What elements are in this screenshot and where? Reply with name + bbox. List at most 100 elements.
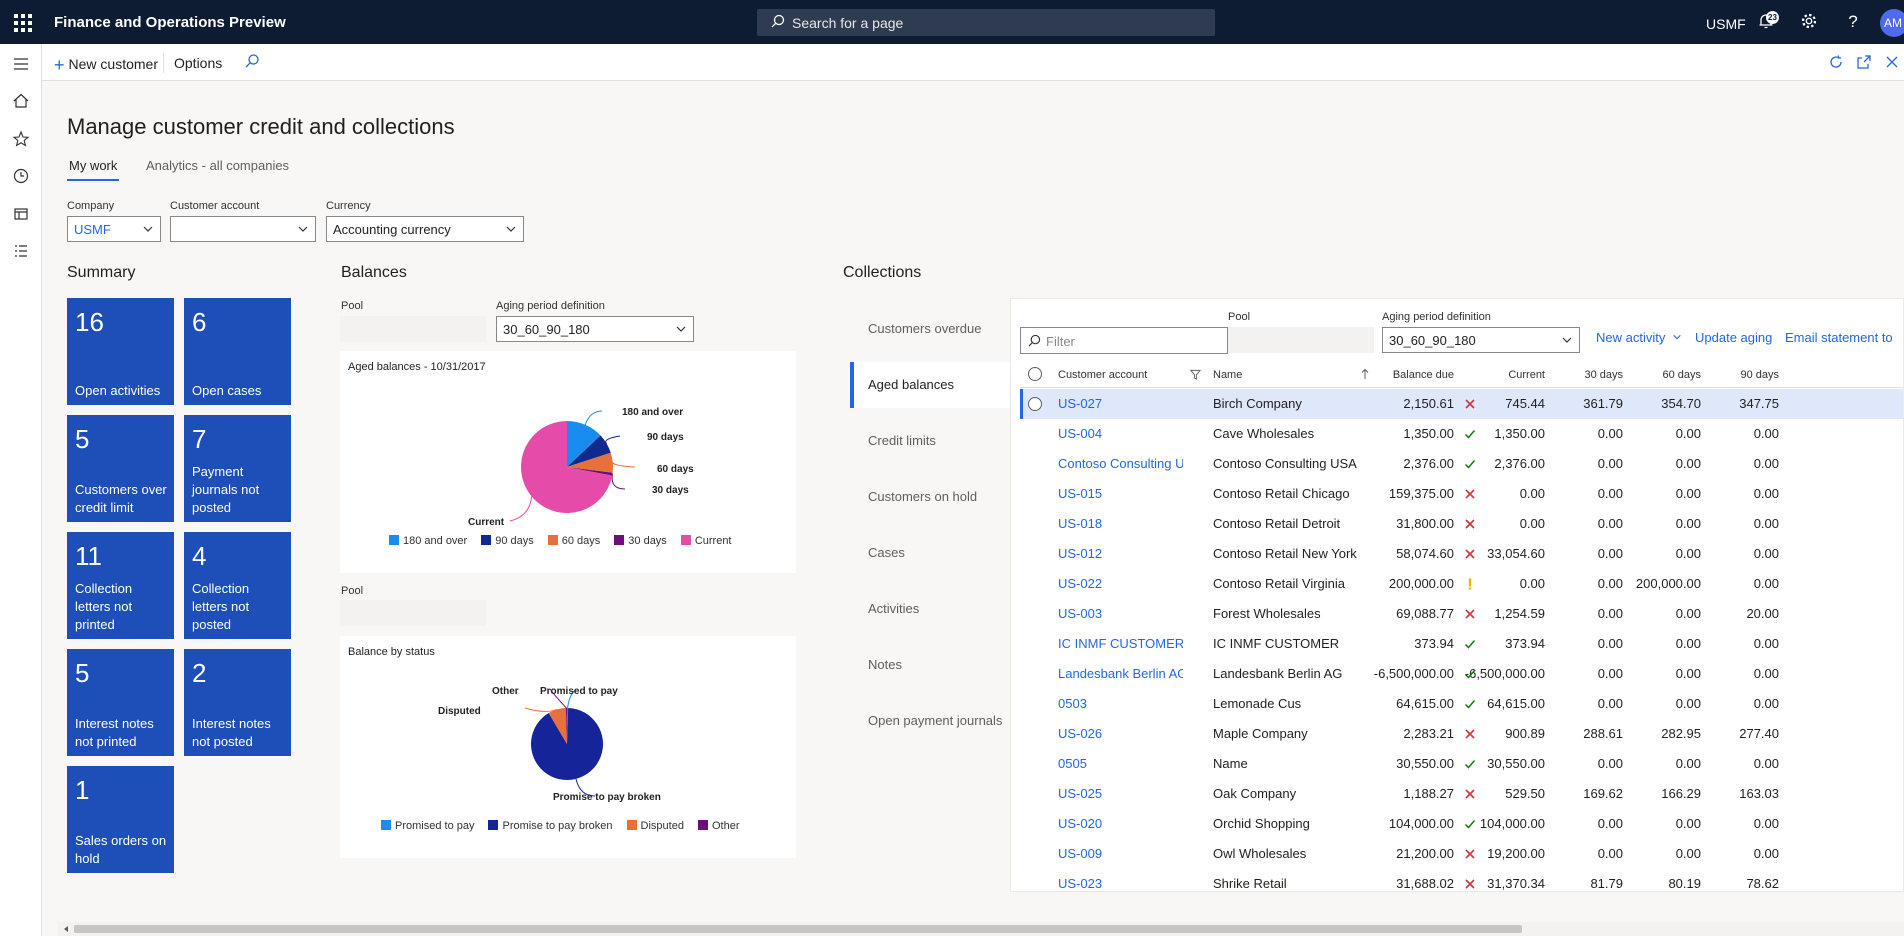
table-row[interactable]: IC INMF CUSTOMER IC INMF CUSTOMER 373.94 37… bbox=[1020, 629, 1903, 659]
pool-input[interactable] bbox=[340, 316, 486, 342]
tab-my-work[interactable]: My work bbox=[66, 158, 120, 181]
col-name[interactable]: Name bbox=[1213, 369, 1242, 381]
table-row[interactable]: US-020 Orchid Shopping 104,000.00 104,000.0… bbox=[1020, 809, 1903, 839]
gear-icon[interactable] bbox=[1798, 12, 1820, 34]
col-30-days[interactable]: 30 days bbox=[1545, 369, 1623, 381]
customer-account-link[interactable]: US-004 bbox=[1058, 426, 1183, 441]
summary-tile[interactable]: 16 Open activities bbox=[67, 298, 174, 405]
legend-item[interactable]: Promised to pay bbox=[381, 820, 474, 832]
collections-nav-item[interactable]: Customers on hold bbox=[850, 474, 1010, 520]
customer-account-select[interactable] bbox=[170, 216, 316, 242]
table-row[interactable]: US-003 Forest Wholesales 69,088.77 1,254.59… bbox=[1020, 599, 1903, 629]
horizontal-scrollbar[interactable] bbox=[58, 922, 1904, 936]
legend-item[interactable]: Other bbox=[697, 820, 739, 832]
hamburger-menu-icon[interactable] bbox=[11, 54, 31, 74]
search-icon[interactable] bbox=[244, 53, 260, 69]
table-row[interactable]: Contoso Consulting U Contoso Consulting U… bbox=[1020, 449, 1903, 479]
summary-tile[interactable]: 6 Open cases bbox=[184, 298, 291, 405]
customer-account-link[interactable]: US-026 bbox=[1058, 726, 1183, 741]
company-picker[interactable]: USMF bbox=[1706, 16, 1746, 32]
avatar[interactable]: AM bbox=[1880, 9, 1904, 37]
table-row[interactable]: US-018 Contoso Retail Detroit 31,800.00 0.0… bbox=[1020, 509, 1903, 539]
collections-nav-item[interactable]: Credit limits bbox=[850, 418, 1010, 464]
summary-tile[interactable]: 11 Collection letters not printed bbox=[67, 532, 174, 639]
table-row[interactable]: US-023 Shrike Retail 31,688.02 31,370.34 81.… bbox=[1020, 869, 1903, 891]
customer-account-link[interactable]: 0503 bbox=[1058, 696, 1183, 711]
grid-pool-input[interactable] bbox=[1228, 327, 1374, 353]
summary-tile[interactable]: 1 Sales orders on hold bbox=[67, 766, 174, 873]
legend-item[interactable]: 60 days bbox=[547, 535, 600, 547]
summary-tile[interactable]: 5 Interest notes not printed bbox=[67, 649, 174, 756]
customer-account-link[interactable]: US-009 bbox=[1058, 846, 1183, 861]
scroll-left-icon[interactable] bbox=[62, 925, 70, 933]
col-balance-due[interactable]: Balance due bbox=[1340, 369, 1454, 381]
legend-item[interactable]: Current bbox=[680, 535, 732, 547]
col-customer-account[interactable]: Customer account bbox=[1058, 369, 1147, 381]
col-60-days[interactable]: 60 days bbox=[1623, 369, 1701, 381]
table-row[interactable]: Landesbank Berlin AG Landesbank Berlin AG… bbox=[1020, 659, 1903, 689]
options-button[interactable]: Options bbox=[174, 55, 222, 71]
table-row[interactable]: US-012 Contoso Retail New York 58,074.60 33… bbox=[1020, 539, 1903, 569]
app-launcher-icon[interactable] bbox=[12, 12, 32, 32]
new-activity-button[interactable]: New activity bbox=[1596, 330, 1682, 345]
legend-item[interactable]: Disputed bbox=[626, 820, 684, 832]
row-select-radio[interactable] bbox=[1028, 397, 1042, 411]
legend-item[interactable]: Promise to pay broken bbox=[488, 820, 613, 832]
table-row[interactable]: 0505 Name 30,550.00 30,550.00 0.00 0.00 0.00 bbox=[1020, 749, 1903, 779]
home-icon[interactable] bbox=[11, 91, 31, 111]
collections-nav-item[interactable]: Notes bbox=[850, 642, 1010, 688]
table-row[interactable]: US-004 Cave Wholesales 1,350.00 1,350.00 0.0… bbox=[1020, 419, 1903, 449]
customer-account-link[interactable]: US-027 bbox=[1058, 396, 1183, 411]
summary-tile[interactable]: 7 Payment journals not posted bbox=[184, 415, 291, 522]
select-all-radio[interactable] bbox=[1028, 367, 1042, 381]
help-icon[interactable]: ? bbox=[1842, 12, 1864, 34]
clock-icon[interactable] bbox=[11, 166, 31, 186]
company-select[interactable]: USMF bbox=[67, 216, 161, 242]
table-row[interactable]: US-025 Oak Company 1,188.27 529.50 169.62 166… bbox=[1020, 779, 1903, 809]
update-aging-button[interactable]: Update aging bbox=[1695, 330, 1772, 345]
collections-nav-item[interactable]: Aged balances bbox=[850, 362, 1010, 408]
customer-account-link[interactable]: US-023 bbox=[1058, 876, 1183, 891]
table-row[interactable]: US-026 Maple Company 2,283.21 900.89 288.61 2… bbox=[1020, 719, 1903, 749]
customer-account-link[interactable]: IC INMF CUSTOMER bbox=[1058, 636, 1183, 651]
summary-tile[interactable]: 4 Collection letters not posted bbox=[184, 532, 291, 639]
collections-nav-item[interactable]: Activities bbox=[850, 586, 1010, 632]
refresh-icon[interactable] bbox=[1828, 54, 1844, 70]
collections-nav-item[interactable]: Open payment journals bbox=[850, 698, 1010, 744]
table-row[interactable]: 0503 Lemonade Cus 64,615.00 64,615.00 0.00 0.… bbox=[1020, 689, 1903, 719]
col-current[interactable]: Current bbox=[1454, 369, 1545, 381]
legend-item[interactable]: 30 days bbox=[614, 535, 667, 547]
email-statement-button[interactable]: Email statement to bbox=[1785, 330, 1893, 345]
customer-account-link[interactable]: US-015 bbox=[1058, 486, 1183, 501]
star-icon[interactable] bbox=[11, 129, 31, 149]
new-customer-button[interactable]: + New customer bbox=[54, 53, 158, 75]
modules-icon[interactable] bbox=[11, 241, 31, 261]
app-title[interactable]: Finance and Operations Preview bbox=[54, 14, 286, 31]
currency-select[interactable]: Accounting currency bbox=[326, 216, 524, 242]
collections-nav-item[interactable]: Cases bbox=[850, 530, 1010, 576]
grid-aging-select[interactable]: 30_60_90_180 bbox=[1382, 327, 1580, 353]
col-90-days[interactable]: 90 days bbox=[1701, 369, 1779, 381]
table-row[interactable]: US-009 Owl Wholesales 21,200.00 19,200.00 0.… bbox=[1020, 839, 1903, 869]
table-row[interactable]: US-015 Contoso Retail Chicago 159,375.00 0.… bbox=[1020, 479, 1903, 509]
tab-analytics[interactable]: Analytics - all companies bbox=[146, 158, 289, 173]
legend-item[interactable]: 90 days bbox=[481, 535, 534, 547]
customer-account-link[interactable]: Contoso Consulting U bbox=[1058, 456, 1183, 471]
collections-nav-item[interactable]: Customers overdue bbox=[850, 306, 1010, 352]
summary-tile[interactable]: 2 Interest notes not posted bbox=[184, 649, 291, 756]
aging-period-select[interactable]: 30_60_90_180 bbox=[496, 316, 694, 342]
filter-input[interactable]: Filter bbox=[1020, 327, 1228, 354]
page-search-input[interactable]: Search for a page bbox=[757, 9, 1215, 36]
customer-account-link[interactable]: US-020 bbox=[1058, 816, 1183, 831]
table-row[interactable]: US-027 Birch Company 2,150.61 745.44 361.79 3… bbox=[1020, 389, 1903, 419]
pool-input-2[interactable] bbox=[340, 600, 486, 626]
customer-account-link[interactable]: 0505 bbox=[1058, 756, 1183, 771]
customer-account-link[interactable]: US-012 bbox=[1058, 546, 1183, 561]
customer-account-link[interactable]: US-022 bbox=[1058, 576, 1183, 591]
customer-account-link[interactable]: US-003 bbox=[1058, 606, 1183, 621]
scrollbar-thumb[interactable] bbox=[74, 925, 1522, 933]
summary-tile[interactable]: 5 Customers over credit limit bbox=[67, 415, 174, 522]
legend-item[interactable]: 180 and over bbox=[389, 535, 467, 547]
table-row[interactable]: US-022 Contoso Retail Virginia 200,000.00 0… bbox=[1020, 569, 1903, 599]
close-icon[interactable] bbox=[1884, 54, 1900, 70]
